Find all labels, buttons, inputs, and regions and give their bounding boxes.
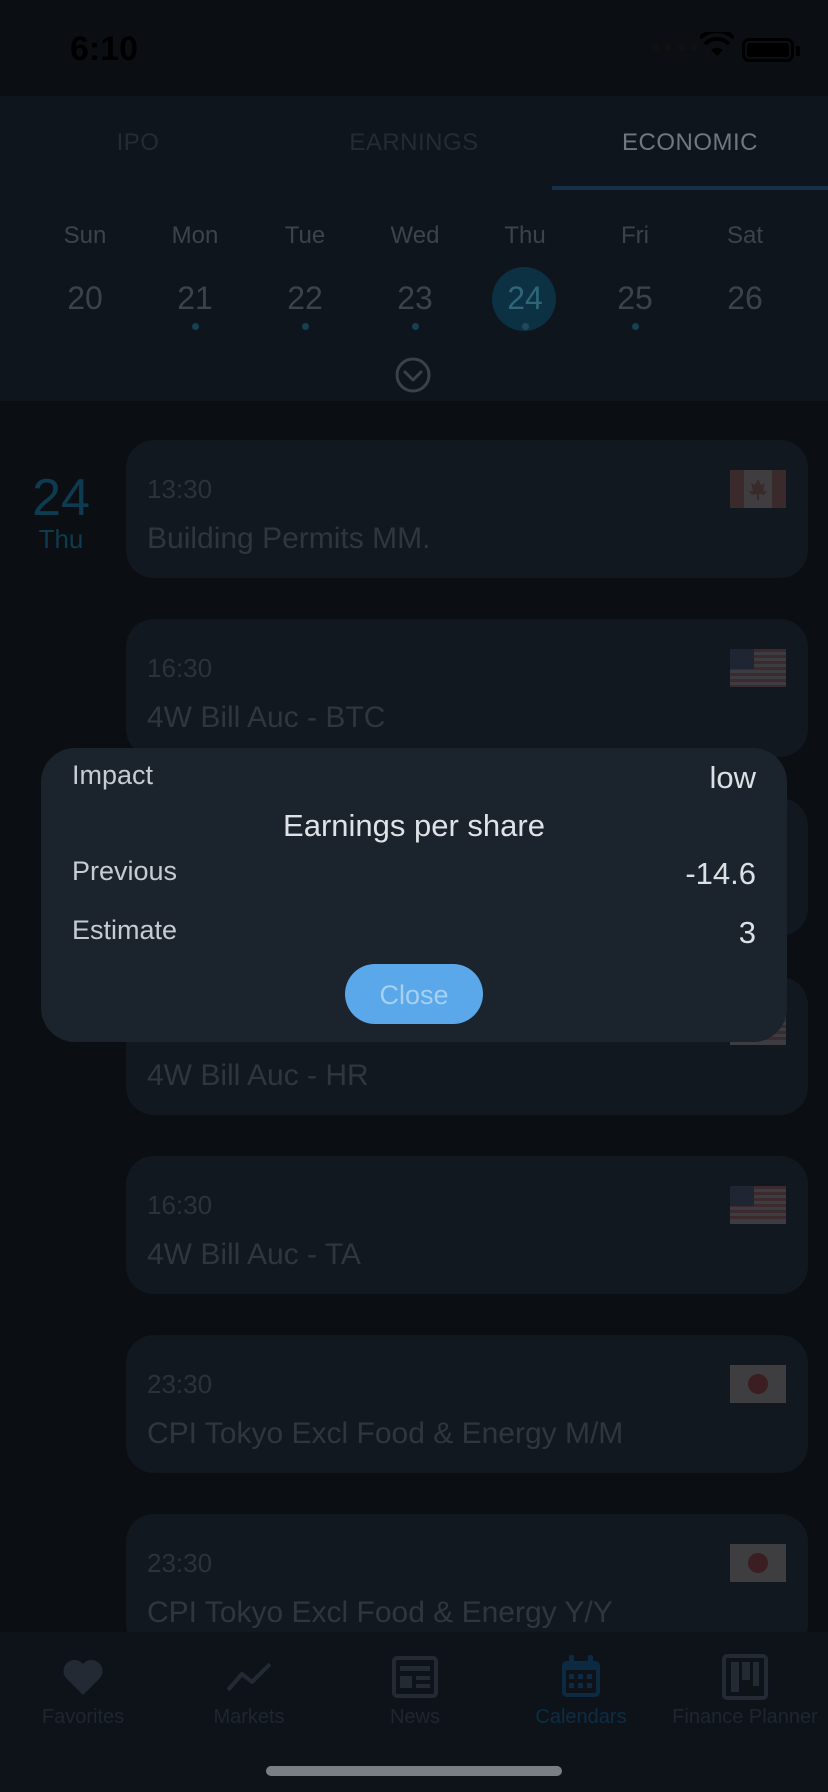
day-row: 20 21 22 23 24 25 26 xyxy=(30,267,800,341)
event-dot xyxy=(412,323,419,330)
calendar-header: IPO EARNINGS ECONOMIC Sun Mon Tue Wed Th… xyxy=(0,96,828,401)
active-tab-indicator xyxy=(552,186,828,190)
tabbar-label: Markets xyxy=(213,1706,285,1728)
event-dot xyxy=(522,323,529,330)
date-day: 24 xyxy=(32,469,90,527)
date-weekday: Thu xyxy=(38,524,84,554)
trend-line-icon xyxy=(226,1662,272,1692)
estimate-value: 3 xyxy=(738,915,756,950)
wifi-icon xyxy=(700,32,734,56)
calendar-icon xyxy=(562,1655,600,1697)
event-card[interactable]: 16:30 4W Bill Auc - BTC xyxy=(126,619,808,757)
weekday-label: Fri xyxy=(621,222,649,249)
event-title: 4W Bill Auc - TA xyxy=(147,1238,361,1271)
day-cell[interactable]: 26 xyxy=(690,271,800,341)
event-dot xyxy=(632,323,639,330)
event-time: 16:30 xyxy=(147,653,213,683)
day-number: 20 xyxy=(67,280,103,316)
weekday-label: Mon xyxy=(171,222,219,249)
event-time: 23:30 xyxy=(147,1369,213,1399)
weekday-row: Sun Mon Tue Wed Thu Fri Sat xyxy=(30,222,800,250)
day-number: 22 xyxy=(287,280,323,316)
us-flag-icon xyxy=(730,649,786,687)
event-title: 4W Bill Auc - HR xyxy=(147,1059,369,1092)
day-number: 24 xyxy=(507,280,543,316)
canada-flag-icon xyxy=(730,470,786,508)
home-indicator[interactable] xyxy=(266,1766,562,1776)
event-title: 4W Bill Auc - BTC xyxy=(147,701,386,734)
day-number: 23 xyxy=(397,280,433,316)
impact-label: Impact xyxy=(72,760,154,790)
top-tabs: IPO EARNINGS ECONOMIC xyxy=(0,96,828,190)
weekday-label: Sun xyxy=(63,222,107,249)
day-cell-selected[interactable]: 24 xyxy=(470,267,580,341)
chevron-down-circle-icon[interactable] xyxy=(394,356,432,394)
tabbar-label: News xyxy=(389,1706,440,1728)
weekday-label: Sat xyxy=(726,222,764,249)
impact-value: low xyxy=(709,760,756,795)
newspaper-icon xyxy=(392,1656,438,1698)
tabbar-label: Favorites xyxy=(41,1706,125,1728)
weekday-label: Wed xyxy=(390,222,440,249)
estimate-label: Estimate xyxy=(72,915,178,945)
weekday-label: Tue xyxy=(284,222,326,249)
event-time: 16:30 xyxy=(147,1190,213,1220)
day-cell[interactable]: 20 xyxy=(30,271,140,341)
day-number: 26 xyxy=(727,280,763,316)
day-cell[interactable]: 23 xyxy=(360,271,470,341)
tab-earnings[interactable]: EARNINGS xyxy=(276,96,552,190)
event-dot xyxy=(192,323,199,330)
tabbar-label: Calendars xyxy=(535,1706,627,1728)
japan-flag-icon xyxy=(730,1365,786,1403)
event-time: 23:30 xyxy=(147,1548,213,1578)
event-time: 13:30 xyxy=(147,474,213,504)
modal-title: Earnings per share xyxy=(283,808,545,843)
event-title: CPI Tokyo Excl Food & Energy M/M xyxy=(147,1417,624,1450)
kanban-board-icon xyxy=(722,1654,768,1700)
event-dot xyxy=(302,323,309,330)
tab-economic[interactable]: ECONOMIC xyxy=(552,96,828,190)
battery-icon xyxy=(742,38,794,62)
cellular-signal-icon xyxy=(652,44,698,51)
day-number: 21 xyxy=(177,280,213,316)
tab-ipo[interactable]: IPO xyxy=(0,96,276,190)
event-title: CPI Tokyo Excl Food & Energy Y/Y xyxy=(147,1596,613,1629)
event-detail-modal: Impact low Earnings per share Previous -… xyxy=(41,748,787,1042)
previous-value: -14.6 xyxy=(685,856,756,891)
status-bar: 6:10 xyxy=(0,0,828,96)
weekday-label: Thu xyxy=(504,222,546,249)
day-cell[interactable]: 25 xyxy=(580,271,690,341)
event-title: Building Permits MM. xyxy=(147,522,431,555)
event-card[interactable]: 13:30 Building Permits MM. xyxy=(126,440,808,578)
event-card[interactable]: 16:30 4W Bill Auc - TA xyxy=(126,1156,808,1294)
tabbar-label: Finance Planner xyxy=(672,1706,818,1728)
close-button[interactable]: Close xyxy=(345,964,483,1024)
selected-date-label: 24 Thu xyxy=(30,472,92,555)
previous-label: Previous xyxy=(72,856,178,886)
event-card[interactable]: 23:30 CPI Tokyo Excl Food & Energy M/M xyxy=(126,1335,808,1473)
status-time: 6:10 xyxy=(70,30,139,68)
day-cell[interactable]: 21 xyxy=(140,271,250,341)
us-flag-icon xyxy=(730,1186,786,1224)
day-cell[interactable]: 22 xyxy=(250,271,360,341)
japan-flag-icon xyxy=(730,1544,786,1582)
heart-icon xyxy=(63,1659,103,1695)
day-number: 25 xyxy=(617,280,653,316)
